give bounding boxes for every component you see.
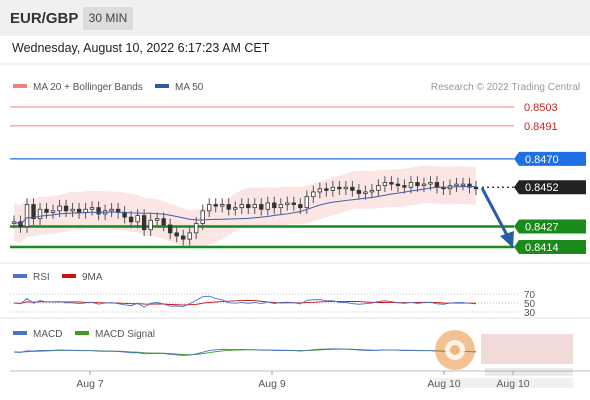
candle-body (122, 211, 127, 218)
candle-body (148, 219, 153, 231)
candle-body (428, 182, 433, 185)
candle-body (193, 223, 199, 234)
candle-body (363, 191, 368, 194)
ma50-legend-swatch (155, 84, 169, 88)
candle-body (135, 215, 140, 223)
candle-body (376, 185, 381, 191)
candle-body (200, 210, 205, 224)
rsi-30-label: 30 (524, 308, 536, 319)
candle-body (246, 204, 251, 209)
candle-body (421, 183, 427, 187)
candle-body (389, 182, 394, 185)
resistance-level-label: 0.8503 (524, 102, 558, 114)
candle-body (317, 188, 323, 193)
watermark-logo (433, 330, 573, 388)
candle-body (50, 210, 56, 213)
candle-body (259, 204, 264, 210)
candle-body (460, 183, 466, 186)
candle-body (408, 182, 414, 188)
pivot-level-label: 0.8470 (525, 154, 559, 166)
forecast-arrow-shaft (480, 187, 510, 238)
macd-signal-legend-label: MACD Signal (95, 329, 155, 340)
x-label: Aug 7 (76, 378, 104, 390)
candle-body (252, 204, 257, 209)
candle-body (187, 232, 192, 240)
ma50-legend-label: MA 50 (175, 82, 204, 93)
rsi-ma-legend-swatch (62, 274, 76, 278)
x-label: Aug 9 (258, 378, 286, 390)
macd-legend-label: MACD (33, 329, 62, 340)
candle-body (395, 183, 401, 187)
candle-body (239, 204, 244, 209)
candle-body (278, 204, 283, 209)
candle-body (96, 207, 101, 215)
candle-body (291, 202, 297, 205)
candle-body (298, 204, 303, 209)
support-level-label: 0.8427 (525, 222, 559, 234)
credit-label: Research © 2022 Trading Central (431, 82, 580, 93)
candle-body (161, 218, 166, 226)
candle-body (402, 185, 407, 188)
candle-body (109, 208, 114, 212)
candle-body (167, 224, 173, 234)
candle-body (324, 188, 329, 191)
candle-body (265, 202, 270, 210)
candle-body (233, 207, 238, 210)
rsi-line (13, 295, 477, 308)
candle-body (311, 191, 316, 198)
candle-body (76, 208, 82, 213)
candle-body (415, 182, 420, 187)
bollinger-band (14, 165, 476, 249)
candle-body (57, 205, 62, 212)
candle-body (63, 205, 69, 212)
candle-body (213, 204, 218, 207)
candle-body (350, 186, 355, 191)
candle-body (70, 208, 75, 212)
forecast-arrow-head (500, 231, 514, 248)
candle-body (180, 235, 186, 240)
candle-body (434, 182, 440, 188)
support-level-label: 0.8414 (525, 242, 559, 254)
candle-body (304, 196, 310, 209)
rsi-legend-label: RSI (33, 272, 50, 283)
candle-body (330, 186, 336, 191)
candle-body (31, 204, 36, 220)
ma20-legend-label: MA 20 + Bollinger Bands (33, 82, 143, 93)
resistance-level-label: 0.8491 (524, 121, 558, 133)
candle-body (454, 183, 459, 187)
rsi-legend-swatch (13, 274, 27, 278)
candle-body (285, 202, 290, 205)
candle-body (272, 202, 277, 209)
candle-body (44, 208, 49, 213)
candle-body (37, 208, 43, 220)
candle-body (141, 215, 147, 231)
candle-body (128, 216, 134, 223)
last-level-label: 0.8452 (525, 182, 559, 194)
candle-body (83, 208, 88, 213)
candle-body (24, 204, 30, 227)
macd-legend-swatch (13, 331, 27, 335)
ma20-legend-swatch (13, 84, 27, 88)
candle-body (220, 204, 225, 207)
candle-body (369, 189, 375, 193)
candle-body (382, 182, 388, 187)
candle-body (356, 189, 362, 194)
candle-body (473, 186, 479, 190)
macd-signal-legend-swatch (75, 331, 89, 335)
candle-body (174, 232, 179, 237)
rsi-ma-legend-label: 9MA (82, 272, 103, 283)
candle-body (343, 186, 349, 190)
candle-body (337, 186, 342, 190)
candle-body (154, 218, 160, 221)
candle-body (226, 204, 231, 210)
candle-body (207, 204, 212, 212)
candle-body (89, 207, 95, 210)
